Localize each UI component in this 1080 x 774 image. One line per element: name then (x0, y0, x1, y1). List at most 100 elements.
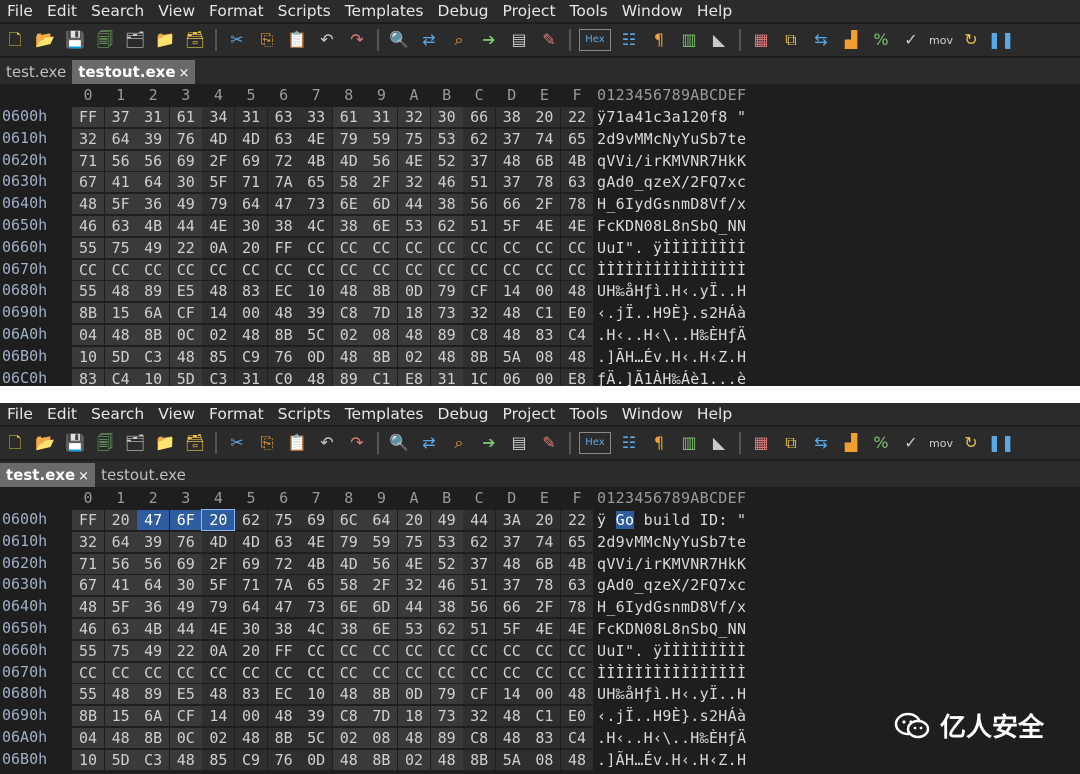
checksum-icon[interactable]: ✓ (899, 28, 923, 52)
ascii-text[interactable]: gAd0_qzeX/2FQ7xc (597, 575, 746, 595)
hex-byte[interactable]: 62 (430, 619, 463, 639)
hex-byte[interactable]: 20 (235, 640, 267, 661)
hex-byte[interactable]: FF (72, 510, 104, 530)
hex-byte[interactable]: 48 (235, 325, 267, 345)
hex-byte[interactable]: 10 (137, 368, 170, 386)
hex-byte[interactable]: 69 (235, 553, 267, 574)
hex-byte[interactable]: CC (202, 259, 235, 280)
hex-byte[interactable]: 4E (561, 216, 593, 236)
hex-byte[interactable]: 67 (72, 575, 104, 596)
hex-byte[interactable]: 6D (365, 194, 398, 215)
hex-byte[interactable]: CC (365, 237, 398, 258)
hex-byte[interactable]: 4D (202, 531, 235, 552)
hex-byte[interactable]: C4 (104, 368, 137, 386)
hex-byte[interactable]: 64 (104, 531, 137, 552)
hex-byte[interactable]: CC (300, 640, 333, 661)
hex-byte[interactable]: 61 (332, 107, 365, 127)
hex-byte[interactable]: 56 (104, 553, 137, 574)
hex-byte[interactable]: C1 (528, 706, 561, 727)
tab-close-icon[interactable]: × (78, 469, 89, 484)
hex-byte[interactable]: CC (104, 259, 137, 280)
hex-byte[interactable]: 76 (169, 531, 202, 552)
hex-byte[interactable]: 75 (267, 510, 300, 530)
ascii-text[interactable]: ‹.jÏ..H9È}.s2HÁà (597, 706, 746, 726)
hex-byte[interactable]: 6E (365, 619, 398, 639)
hex-byte[interactable]: 37 (495, 575, 528, 596)
swap-icon[interactable]: ⇆ (809, 28, 833, 52)
hex-byte[interactable]: C3 (202, 368, 235, 386)
hex-byte[interactable]: 41 (104, 575, 137, 596)
hex-byte[interactable]: EC (267, 281, 300, 302)
hex-byte[interactable]: 36 (137, 194, 170, 215)
hex-byte[interactable]: CC (235, 662, 267, 683)
hex-byte[interactable]: 20 (235, 237, 267, 258)
hex-byte[interactable]: 02 (398, 749, 430, 770)
open-folder-icon[interactable]: 📂 (33, 431, 57, 455)
hex-byte[interactable]: 6D (365, 597, 398, 618)
hex-byte[interactable]: 02 (202, 325, 235, 345)
hex-byte[interactable]: 20 (104, 510, 137, 530)
hex-byte[interactable]: CC (137, 259, 170, 280)
hex-byte[interactable]: CC (561, 237, 593, 258)
save-all-icon[interactable]: 🗂 (123, 431, 147, 455)
hex-byte[interactable]: 49 (137, 640, 170, 661)
hex-byte[interactable]: CC (463, 237, 496, 258)
menu-view[interactable]: View (151, 405, 202, 423)
hex-byte[interactable]: 53 (430, 531, 463, 552)
hex-byte[interactable]: 76 (267, 346, 300, 367)
hex-byte[interactable]: 4E (300, 128, 333, 149)
hex-byte[interactable]: 1C (463, 368, 496, 386)
hex-byte[interactable]: 48 (72, 194, 104, 215)
ascii-text[interactable]: ÿ Go build ID: " (597, 510, 746, 530)
hex-byte[interactable]: 39 (300, 706, 333, 727)
hex-byte[interactable]: 69 (300, 510, 333, 530)
hex-byte[interactable]: 69 (169, 553, 202, 574)
hex-byte[interactable]: 79 (202, 597, 235, 618)
paste-icon[interactable]: 📋 (285, 431, 309, 455)
hex-byte[interactable]: 73 (300, 194, 333, 215)
hex-byte[interactable]: 76 (169, 128, 202, 149)
ascii-text[interactable]: ÌÌÌÌÌÌÌÌÌÌÌÌÌÌÌÌ (597, 260, 746, 280)
ascii-text[interactable]: H_6IydGsnmD8Vf/x (597, 597, 746, 617)
menu-project[interactable]: Project (496, 405, 563, 423)
hex-byte[interactable]: 00 (528, 368, 561, 386)
hex-byte[interactable]: E0 (561, 303, 593, 324)
hex-byte[interactable]: CC (528, 259, 561, 280)
hex-byte[interactable]: 78 (561, 597, 593, 618)
hex-byte[interactable]: 69 (169, 150, 202, 171)
hex-byte[interactable]: CC (137, 662, 170, 683)
hex-byte[interactable]: 5A (495, 346, 528, 367)
hex-byte[interactable]: 41 (104, 172, 137, 193)
hex-byte[interactable]: 32 (398, 107, 430, 127)
hex-byte[interactable]: 37 (495, 128, 528, 149)
hex-byte[interactable]: 0A (202, 237, 235, 258)
hex-byte[interactable]: 10 (72, 749, 104, 770)
replace-icon[interactable]: ⇄ (417, 28, 441, 52)
hex-byte[interactable]: 79 (332, 531, 365, 552)
ascii-text[interactable]: 2d9vMMcNyYuSb7te (597, 129, 746, 149)
hex-byte[interactable]: 56 (104, 150, 137, 171)
hex-byte[interactable]: 48 (561, 346, 593, 367)
hex-byte[interactable]: 5D (104, 749, 137, 770)
hex-byte[interactable]: 48 (104, 281, 137, 302)
hex-byte[interactable]: 30 (169, 575, 202, 596)
hex-byte[interactable]: 7A (267, 575, 300, 596)
hex-byte[interactable]: 34 (202, 107, 235, 127)
hex-byte[interactable]: E8 (561, 368, 593, 386)
menu-file[interactable]: File (0, 405, 40, 423)
hex-byte[interactable]: 5F (202, 575, 235, 596)
ascii-text[interactable]: UH‰åHƒì.H‹.yÏ..H (597, 684, 746, 704)
hex-byte[interactable]: 20 (201, 509, 236, 531)
hex-byte[interactable]: 49 (430, 510, 463, 530)
ascii-text[interactable]: gAd0_qzeX/2FQ7xc (597, 172, 746, 192)
hex-byte[interactable]: CC (398, 662, 430, 683)
hex-byte[interactable]: 5C (300, 325, 333, 345)
save-as-icon[interactable]: 🗐 (93, 28, 117, 52)
hex-byte[interactable]: 79 (202, 194, 235, 215)
menu-format[interactable]: Format (202, 405, 271, 423)
hex-byte[interactable]: 4E (202, 216, 235, 236)
hex-byte[interactable]: 46 (72, 216, 104, 236)
hex-byte[interactable]: 4B (137, 619, 170, 639)
save-icon[interactable]: 💾 (63, 28, 87, 52)
hex-byte[interactable]: CC (267, 662, 300, 683)
